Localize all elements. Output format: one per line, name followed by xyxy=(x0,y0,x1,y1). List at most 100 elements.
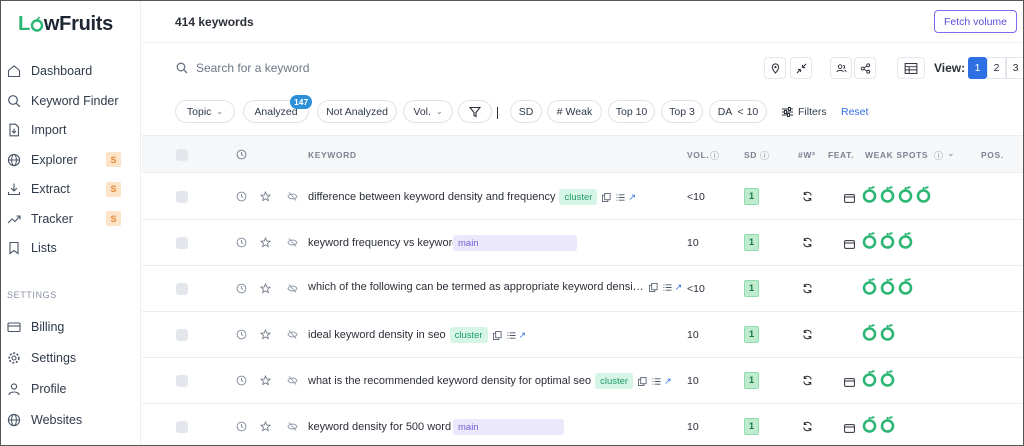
clock-icon[interactable] xyxy=(236,191,247,202)
sidebar-item-dashboard[interactable]: Dashboard xyxy=(7,60,135,82)
tag-main[interactable]: main xyxy=(453,419,564,435)
hide-icon[interactable] xyxy=(287,283,298,294)
row-checkbox[interactable] xyxy=(176,329,188,341)
fruit-icon[interactable] xyxy=(880,230,895,250)
clock-icon[interactable] xyxy=(236,237,247,248)
column-pos[interactable]: POS. xyxy=(981,150,1004,160)
view-page-1[interactable]: 1 xyxy=(968,57,987,79)
copy-icon[interactable] xyxy=(602,192,611,202)
hide-icon[interactable] xyxy=(287,375,298,386)
fruit-icon[interactable] xyxy=(880,322,895,342)
sidebar-item-extract[interactable]: Extract S xyxy=(7,178,135,200)
external-link-icon[interactable]: ↗ xyxy=(675,282,683,293)
fruit-icon[interactable] xyxy=(862,184,877,204)
fruit-icon[interactable] xyxy=(862,230,877,250)
fruit-icon[interactable] xyxy=(880,276,895,296)
tag-cluster[interactable]: cluster xyxy=(449,327,488,343)
da-filter[interactable]: DA < 10 xyxy=(709,100,767,123)
star-icon[interactable] xyxy=(259,374,272,386)
clock-icon[interactable] xyxy=(236,329,247,340)
sidebar-item-explorer[interactable]: Explorer S xyxy=(7,149,135,171)
keyword-text[interactable]: which of the following can be termed as … xyxy=(308,281,644,293)
fruit-icon[interactable] xyxy=(862,414,877,434)
fruit-icon[interactable] xyxy=(880,184,895,204)
fruit-icon[interactable] xyxy=(880,368,895,388)
select-all-checkbox[interactable] xyxy=(176,149,188,161)
fruit-icon[interactable] xyxy=(916,184,931,204)
external-link-icon[interactable]: ↗ xyxy=(519,330,527,341)
funnel-filter-button[interactable] xyxy=(458,100,492,123)
star-icon[interactable] xyxy=(259,190,272,202)
refresh-icon[interactable] xyxy=(802,329,813,340)
fruit-icon[interactable] xyxy=(898,276,913,296)
star-icon[interactable] xyxy=(259,328,272,340)
table-view-button[interactable] xyxy=(897,57,925,79)
view-page-3[interactable]: 3 xyxy=(1006,57,1023,79)
fruit-icon[interactable] xyxy=(862,322,877,342)
column-vol[interactable]: VOL. xyxy=(687,150,709,160)
keyword-text[interactable]: ideal keyword density in seo xyxy=(308,329,446,341)
list-icon[interactable] xyxy=(616,193,625,202)
topic-filter[interactable]: Topic ⌄ xyxy=(175,100,235,123)
view-page-2[interactable]: 2 xyxy=(987,57,1006,79)
keyword-text[interactable]: difference between keyword density and f… xyxy=(308,191,555,203)
fruit-icon[interactable] xyxy=(898,184,913,204)
copy-icon[interactable] xyxy=(648,282,658,292)
filters-button[interactable]: Filters xyxy=(782,106,827,118)
sidebar-item-tracker[interactable]: Tracker S xyxy=(7,208,135,230)
row-checkbox[interactable] xyxy=(176,421,188,433)
reset-link[interactable]: Reset xyxy=(841,106,868,118)
refresh-icon[interactable] xyxy=(802,375,813,386)
copy-icon[interactable] xyxy=(638,376,647,386)
column-weak-spots[interactable]: WEAK SPOTS xyxy=(865,150,928,160)
collapse-button[interactable] xyxy=(790,57,812,79)
external-link-icon[interactable]: ↗ xyxy=(628,192,636,203)
fruit-icon[interactable] xyxy=(898,230,913,250)
sd-filter[interactable]: SD xyxy=(510,100,542,123)
hide-icon[interactable] xyxy=(287,329,298,340)
star-icon[interactable] xyxy=(259,282,272,294)
location-button[interactable] xyxy=(764,57,786,79)
refresh-icon[interactable] xyxy=(802,191,813,202)
copy-icon[interactable] xyxy=(492,330,502,340)
hide-icon[interactable] xyxy=(287,421,298,432)
search-input[interactable] xyxy=(196,59,496,77)
keyword-text[interactable]: what is the recommended keyword density … xyxy=(308,375,591,387)
users-button[interactable] xyxy=(830,57,852,79)
sidebar-item-import[interactable]: Import xyxy=(7,119,135,141)
column-sd[interactable]: SD xyxy=(744,150,757,160)
clock-icon[interactable] xyxy=(236,375,247,386)
external-link-icon[interactable]: ↗ xyxy=(664,376,672,387)
sidebar-item-keyword-finder[interactable]: Keyword Finder xyxy=(7,90,135,112)
star-icon[interactable] xyxy=(259,236,272,248)
sidebar-item-billing[interactable]: Billing xyxy=(7,316,135,338)
clock-icon[interactable] xyxy=(236,421,247,432)
top3-filter[interactable]: Top 3 xyxy=(661,100,703,123)
vol-filter[interactable]: Vol. ⌄ xyxy=(403,100,453,123)
row-checkbox[interactable] xyxy=(176,283,188,295)
fruit-icon[interactable] xyxy=(880,414,895,434)
weak-filter[interactable]: # Weak xyxy=(547,100,602,123)
column-feat[interactable]: FEAT. xyxy=(828,150,854,160)
hide-icon[interactable] xyxy=(287,191,298,202)
refresh-icon[interactable] xyxy=(802,283,813,294)
fruit-icon[interactable] xyxy=(862,276,877,296)
logo[interactable]: LwFruits xyxy=(18,13,113,36)
refresh-icon[interactable] xyxy=(802,421,813,432)
tag-cluster[interactable]: cluster xyxy=(595,373,634,389)
tag-cluster[interactable]: cluster xyxy=(559,189,598,205)
chevron-down-icon[interactable]: ⌄ xyxy=(947,148,955,159)
hide-icon[interactable] xyxy=(287,237,298,248)
column-keyword[interactable]: KEYWORD xyxy=(308,150,357,160)
fruit-icon[interactable] xyxy=(862,368,877,388)
row-checkbox[interactable] xyxy=(176,237,188,249)
star-icon[interactable] xyxy=(259,420,272,432)
refresh-icon[interactable] xyxy=(802,237,813,248)
tag-main[interactable]: main xyxy=(453,235,577,251)
fetch-volume-button[interactable]: Fetch volume xyxy=(933,10,1017,33)
list-icon[interactable] xyxy=(652,377,661,386)
list-icon[interactable] xyxy=(663,283,672,292)
sidebar-item-websites[interactable]: Websites xyxy=(7,409,135,431)
sidebar-item-lists[interactable]: Lists xyxy=(7,237,135,259)
list-icon[interactable] xyxy=(507,331,516,340)
